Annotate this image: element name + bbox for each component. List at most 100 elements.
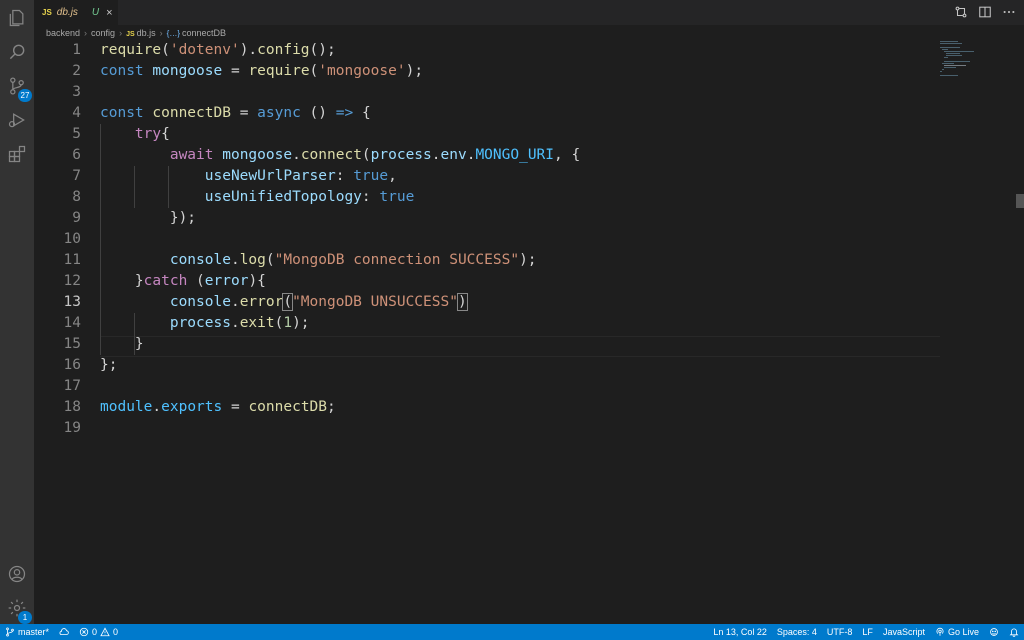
- minimap-line: [944, 57, 948, 58]
- feedback-icon: [990, 628, 998, 636]
- chevron-right-icon: ›: [159, 28, 163, 38]
- line-number: 6: [72, 147, 81, 163]
- code-text: try{: [134, 126, 170, 142]
- code-text: }: [100, 336, 144, 352]
- source-control-badge: 27: [18, 89, 32, 102]
- feedback-button[interactable]: [984, 624, 1004, 640]
- code-line: 7 useNewUrlParser: true,: [34, 166, 1014, 187]
- code-text: console.log("MongoDB connection SUCCESS"…: [169, 252, 537, 268]
- go-live-label: Go Live: [947, 627, 979, 637]
- code-line: 6 await mongoose.connect(process.env.MON…: [34, 145, 1014, 166]
- minimap-line: [946, 55, 962, 56]
- minimap-line: [942, 49, 948, 50]
- code-text: useNewUrlParser: true,: [204, 168, 397, 184]
- go-live-button[interactable]: Go Live: [930, 624, 984, 640]
- cloud-sync-icon: [59, 628, 69, 635]
- source-control-icon[interactable]: 27: [5, 74, 32, 102]
- end-of-line[interactable]: LF: [857, 624, 878, 640]
- cursor-position[interactable]: Ln 13, Col 22: [708, 624, 772, 640]
- code-line: 18 module.exports = connectDB;: [34, 397, 1014, 418]
- close-icon[interactable]: ×: [106, 7, 112, 19]
- code-editor[interactable]: 1 require('dotenv').config(); 2 const mong…: [34, 40, 1024, 624]
- line-number: 12: [63, 273, 81, 289]
- broadcast-icon: [936, 627, 944, 636]
- git-branch-icon: [6, 627, 14, 637]
- code-line: 3: [34, 82, 1014, 103]
- code-text: const mongoose = require('mongoose');: [100, 63, 424, 79]
- line-number: 14: [63, 315, 81, 331]
- minimap-line: [944, 51, 974, 52]
- code-line: 5 try{: [34, 124, 1014, 145]
- vertical-scrollbar[interactable]: [1016, 194, 1024, 208]
- minimap[interactable]: [940, 40, 1015, 80]
- code-line: 16};: [34, 355, 1014, 376]
- split-editor-icon[interactable]: [978, 5, 992, 19]
- code-text: };: [100, 357, 118, 373]
- breadcrumb-symbol[interactable]: {…} connectDB: [167, 28, 226, 38]
- open-changes-icon[interactable]: [954, 5, 968, 19]
- tab-label: db.js: [56, 7, 78, 18]
- account-icon[interactable]: [5, 562, 29, 586]
- status-bar: master* 0 0 Ln 13, Col 22 Spaces: 4 UTF-…: [0, 624, 1024, 640]
- breadcrumb-symbol-label: connectDB: [181, 28, 227, 38]
- code-line: 14 process.exit(1);: [34, 313, 1014, 334]
- line-number: 8: [72, 189, 81, 205]
- untracked-status: U: [91, 7, 100, 18]
- minimap-line: [944, 61, 970, 62]
- tab-bar: JS db.js U ×: [34, 0, 1024, 25]
- code-text: }catch (error){: [100, 273, 266, 289]
- bell-icon: [1009, 628, 1019, 637]
- sync-button[interactable]: [54, 624, 74, 640]
- code-line: 2 const mongoose = require('mongoose');: [34, 61, 1014, 82]
- explorer-icon[interactable]: [5, 6, 29, 30]
- line-number: 18: [63, 399, 81, 415]
- notifications-button[interactable]: [1004, 624, 1024, 640]
- problems-indicator[interactable]: 0 0: [74, 624, 123, 640]
- line-number: 3: [72, 84, 81, 100]
- code-text: require('dotenv').config();: [100, 42, 336, 58]
- more-actions-icon[interactable]: [1002, 5, 1016, 19]
- encoding[interactable]: UTF-8: [822, 624, 858, 640]
- line-number: 1: [72, 42, 81, 58]
- branch-indicator[interactable]: master*: [0, 624, 54, 640]
- js-file-icon: JS: [126, 31, 135, 38]
- editor-actions: [954, 5, 1016, 19]
- line-number: 7: [72, 168, 81, 184]
- tab-db-js[interactable]: JS db.js U ×: [34, 0, 118, 25]
- minimap-line: [942, 69, 944, 70]
- js-file-icon: JS: [42, 8, 52, 17]
- code-text: console.error("MongoDB UNSUCCESS"): [169, 293, 468, 311]
- branch-label: master*: [18, 627, 50, 637]
- run-debug-icon[interactable]: [5, 108, 29, 132]
- code-line: 9 });: [34, 208, 1014, 229]
- code-line: 8 useUnifiedTopology: true: [34, 187, 1014, 208]
- chevron-right-icon: ›: [119, 28, 123, 38]
- code-text: useUnifiedTopology: true: [204, 189, 415, 205]
- minimap-line: [944, 67, 956, 68]
- search-icon[interactable]: [5, 40, 29, 64]
- breadcrumb-config[interactable]: config: [91, 28, 115, 38]
- line-number: 15: [63, 336, 81, 352]
- code-line: 19: [34, 418, 1014, 439]
- warning-icon: [100, 627, 110, 637]
- line-number: 19: [63, 420, 81, 436]
- code-line: 10: [34, 229, 1014, 250]
- breadcrumb-file[interactable]: JS db.js: [126, 28, 156, 38]
- code-text: });: [100, 210, 197, 226]
- minimap-line: [940, 43, 962, 44]
- code-text: process.exit(1);: [169, 315, 310, 331]
- extensions-icon[interactable]: [5, 142, 29, 166]
- chevron-right-icon: ›: [84, 28, 88, 38]
- breadcrumb-file-label: db.js: [136, 28, 156, 38]
- settings-gear-icon[interactable]: 1: [5, 596, 32, 624]
- breadcrumb: backend › config › JS db.js › {…} connectD…: [46, 27, 226, 39]
- code-line: 4 const connectDB = async () => {: [34, 103, 1014, 124]
- breadcrumb-backend[interactable]: backend: [46, 28, 80, 38]
- symbol-variable-icon: {…}: [166, 29, 180, 38]
- code-line: 15 }: [34, 334, 1014, 355]
- language-mode[interactable]: JavaScript: [878, 624, 930, 640]
- minimap-line: [940, 71, 942, 72]
- line-number: 5: [72, 126, 81, 142]
- code-line: 1 require('dotenv').config();: [34, 40, 1014, 61]
- indentation[interactable]: Spaces: 4: [772, 624, 822, 640]
